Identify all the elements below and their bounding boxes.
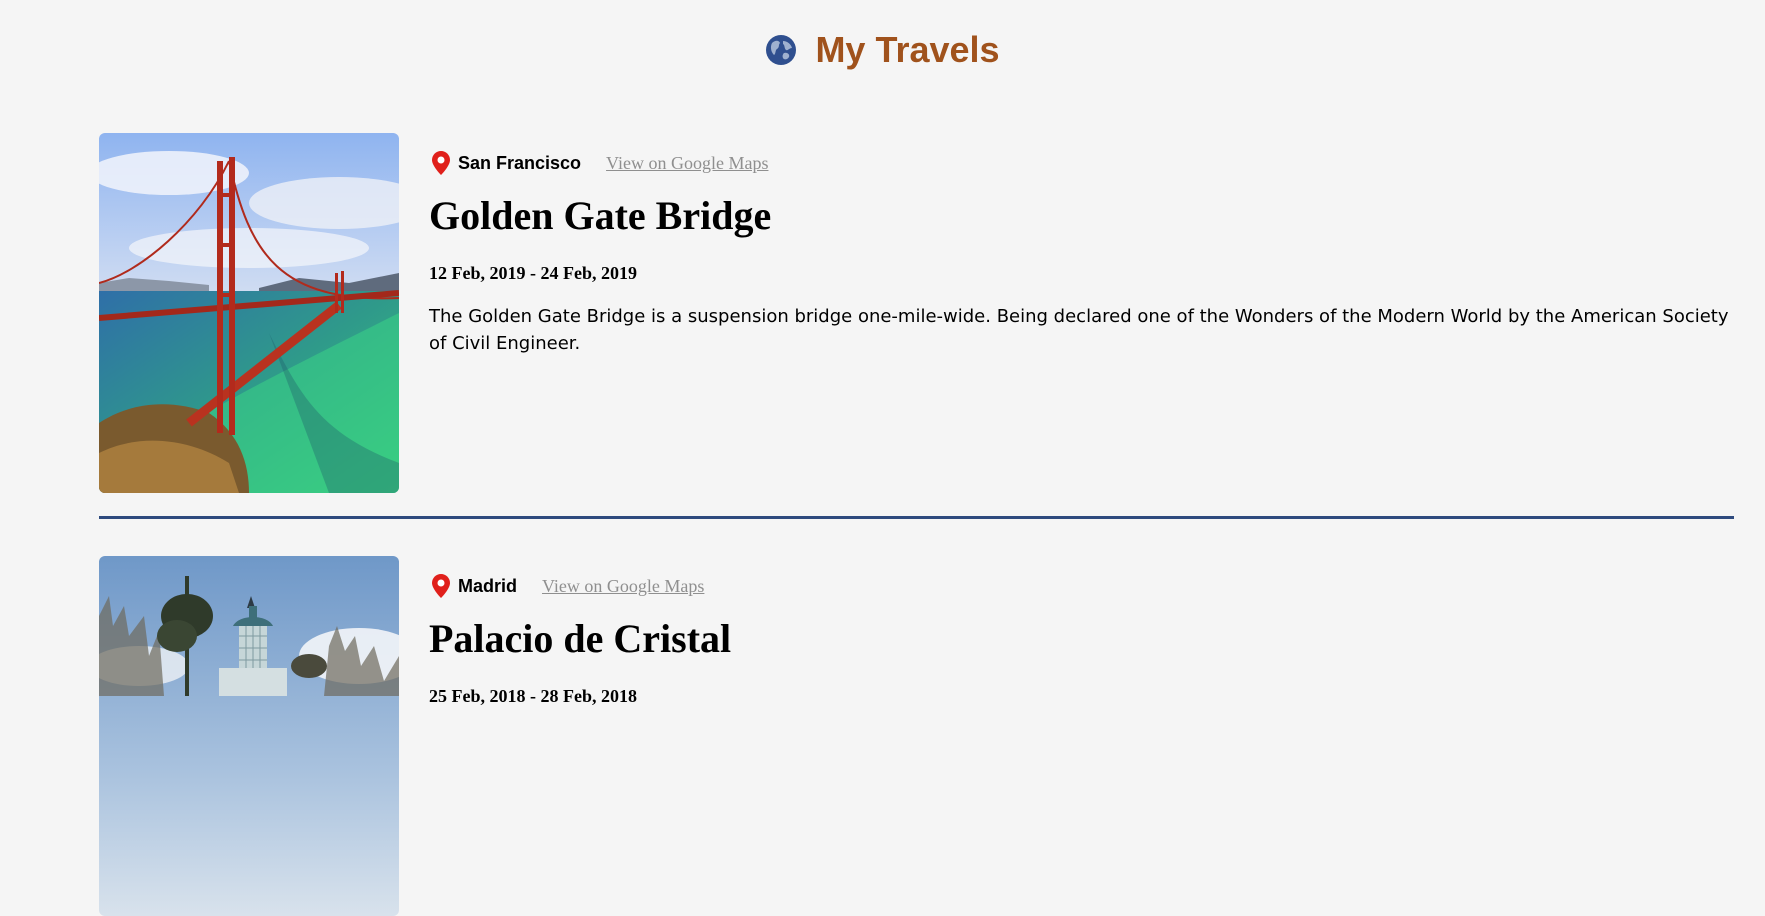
entry-dates: 12 Feb, 2019 - 24 Feb, 2019 bbox=[429, 263, 637, 283]
travel-entry: Madrid View on Google Maps Palacio de Cr… bbox=[99, 556, 1734, 916]
location-row: Madrid View on Google Maps bbox=[432, 574, 704, 598]
golden-gate-bridge-photo bbox=[99, 133, 399, 493]
location-row: San Francisco View on Google Maps bbox=[432, 151, 768, 175]
palacio-de-cristal-photo bbox=[99, 556, 399, 916]
globe-icon bbox=[766, 35, 797, 65]
page-title: My Travels bbox=[815, 29, 1000, 70]
travel-entry: San Francisco View on Google Maps Golden… bbox=[99, 133, 1734, 493]
entry-title: Golden Gate Bridge bbox=[429, 193, 772, 238]
google-maps-link[interactable]: View on Google Maps bbox=[542, 576, 704, 597]
entry-divider bbox=[99, 516, 1734, 519]
google-maps-link[interactable]: View on Google Maps bbox=[606, 153, 768, 174]
location-name: Madrid bbox=[458, 575, 518, 596]
entry-description: The Golden Gate Bridge is a suspension b… bbox=[429, 306, 1729, 354]
site-header: My Travels bbox=[0, 28, 1765, 72]
map-pin-icon bbox=[432, 151, 450, 175]
map-pin-icon bbox=[432, 574, 450, 598]
entry-dates: 25 Feb, 2018 - 28 Feb, 2018 bbox=[429, 686, 637, 706]
location-name: San Francisco bbox=[458, 152, 582, 173]
entry-title: Palacio de Cristal bbox=[429, 616, 732, 661]
